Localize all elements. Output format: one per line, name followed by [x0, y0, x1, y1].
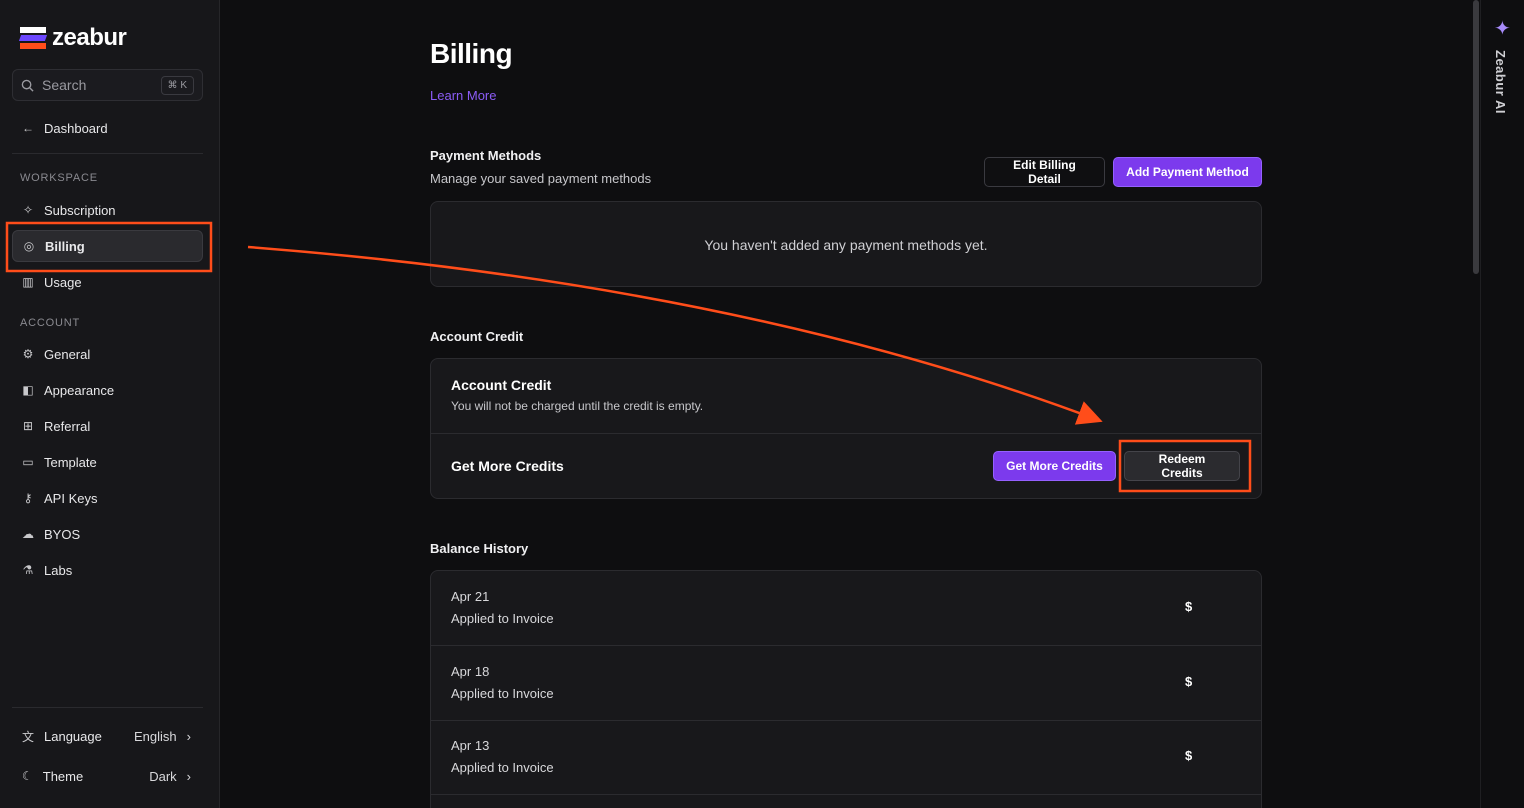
account-credit-card: Account Credit You will not be charged u…: [430, 358, 1262, 499]
sidebar-item-label: Dashboard: [44, 120, 108, 136]
sidebar-item-label: Labs: [44, 562, 73, 578]
chevron-right-icon: ›: [186, 728, 191, 744]
key-icon: ⚷: [23, 491, 33, 505]
brand-logo[interactable]: zeabur: [18, 24, 127, 52]
language-value: English: [134, 728, 177, 744]
page-title: Billing: [430, 38, 513, 69]
account-credit-title: Account Credit: [451, 377, 552, 393]
language-selector[interactable]: 文 Language English ›: [12, 720, 203, 752]
zeabur-logo-icon: [18, 27, 48, 49]
brand-name: zeabur: [52, 24, 127, 51]
redeem-credits-button[interactable]: Redeem Credits: [1124, 451, 1240, 481]
edit-billing-detail-button[interactable]: Edit Billing Detail: [984, 157, 1105, 187]
sidebar-item-label: Template: [44, 454, 97, 470]
table-row: Apr 18 Applied to Invoice $: [431, 646, 1261, 721]
gift-icon: ⊞: [22, 419, 34, 433]
history-description: Applied to Invoice: [451, 611, 554, 626]
sidebar-item-template[interactable]: ▭ Template: [12, 446, 203, 478]
sparkle-icon: ✦: [1494, 18, 1511, 40]
history-date: Apr 18: [451, 664, 490, 679]
balance-history-title: Balance History: [430, 541, 529, 556]
history-date: Apr 13: [451, 738, 490, 753]
folder-icon: ▭: [22, 455, 34, 469]
sidebar-item-billing[interactable]: ◎ Billing: [12, 230, 203, 262]
palette-icon: ◧: [22, 383, 34, 397]
arrow-left-icon: ←: [22, 121, 34, 135]
table-row: Apr 21 Applied to Invoice $: [431, 571, 1261, 646]
sidebar-item-api-keys[interactable]: ⚷ API Keys: [12, 482, 203, 514]
sidebar-item-dashboard[interactable]: ← Dashboard: [12, 112, 203, 144]
history-amount: $: [1185, 599, 1193, 614]
sidebar-divider: [12, 153, 203, 154]
sidebar-item-label: BYOS: [44, 526, 81, 542]
payment-methods-title: Payment Methods: [430, 148, 542, 163]
language-label: Language: [44, 728, 102, 744]
add-payment-method-button[interactable]: Add Payment Method: [1113, 157, 1262, 187]
main-scrollbar[interactable]: [1473, 0, 1479, 274]
theme-value: Dark: [149, 768, 177, 784]
balance-history-card: Apr 21 Applied to Invoice $ Apr 18 Appli…: [430, 570, 1262, 808]
sidebar-item-label: Usage: [44, 274, 82, 290]
gear-icon: ⚙: [22, 347, 34, 361]
sidebar-item-label: Referral: [44, 418, 91, 434]
account-credit-subtitle: You will not be charged until the credit…: [451, 399, 704, 413]
sidebar-item-appearance[interactable]: ◧ Appearance: [12, 374, 203, 406]
sidebar-item-label: General: [44, 346, 91, 362]
history-amount: $: [1185, 748, 1193, 763]
sidebar-item-byos[interactable]: ☁ BYOS: [12, 518, 203, 550]
sparkle-icon: ✧: [22, 203, 34, 217]
payment-methods-card: You haven't added any payment methods ye…: [430, 201, 1262, 287]
sidebar-item-subscription[interactable]: ✧ Subscription: [12, 194, 203, 226]
learn-more-link[interactable]: Learn More: [430, 88, 496, 103]
sidebar-item-usage[interactable]: ▥ Usage: [12, 266, 203, 298]
sidebar-item-label: Billing: [45, 238, 85, 254]
payment-methods-empty: You haven't added any payment methods ye…: [704, 237, 988, 253]
chevron-right-icon: ›: [186, 768, 191, 784]
search-input[interactable]: Search ⌘ K: [12, 69, 203, 101]
account-credit-section-title: Account Credit: [430, 329, 524, 344]
account-credit-divider: [431, 433, 1261, 434]
history-description: Applied to Invoice: [451, 686, 554, 701]
history-date: Apr 21: [451, 589, 490, 604]
theme-selector[interactable]: ☾ Theme Dark ›: [12, 760, 203, 792]
search-shortcut: ⌘ K: [160, 75, 194, 95]
theme-label: Theme: [42, 768, 84, 784]
get-more-credits-label: Get More Credits: [451, 458, 564, 474]
payment-methods-subtitle: Manage your saved payment methods: [430, 171, 652, 186]
history-amount: $: [1185, 674, 1193, 689]
get-more-credits-button[interactable]: Get More Credits: [993, 451, 1116, 481]
search-icon: [21, 79, 34, 92]
search-label: Search: [42, 77, 87, 93]
sidebar: zeabur Search ⌘ K ← Dashboard WORKSPACE …: [0, 0, 220, 808]
chart-icon: ▥: [22, 275, 34, 289]
sidebar-item-labs[interactable]: ⚗ Labs: [12, 554, 203, 586]
sidebar-item-general[interactable]: ⚙ General: [12, 338, 203, 370]
ai-rail[interactable]: ✦ Zeabur AI: [1480, 0, 1524, 808]
sidebar-item-label: API Keys: [44, 490, 98, 506]
flask-icon: ⚗: [22, 563, 34, 577]
cloud-icon: ☁: [22, 527, 34, 541]
sidebar-item-label: Appearance: [44, 382, 115, 398]
moon-icon: ☾: [22, 769, 33, 783]
sidebar-item-referral[interactable]: ⊞ Referral: [12, 410, 203, 442]
credit-icon: ◎: [23, 239, 35, 253]
translate-icon: 文: [22, 729, 35, 744]
sidebar-footer-divider: [12, 707, 203, 708]
main-content: Billing Learn More Payment Methods Manag…: [221, 0, 1471, 808]
table-row: Apr 13 Applied to Invoice $: [431, 720, 1261, 795]
history-description: Applied to Invoice: [451, 760, 554, 775]
section-label-account: ACCOUNT: [20, 317, 80, 329]
ai-rail-label: Zeabur AI: [1493, 50, 1508, 114]
section-label-workspace: WORKSPACE: [20, 172, 98, 184]
sidebar-item-label: Subscription: [44, 202, 116, 218]
